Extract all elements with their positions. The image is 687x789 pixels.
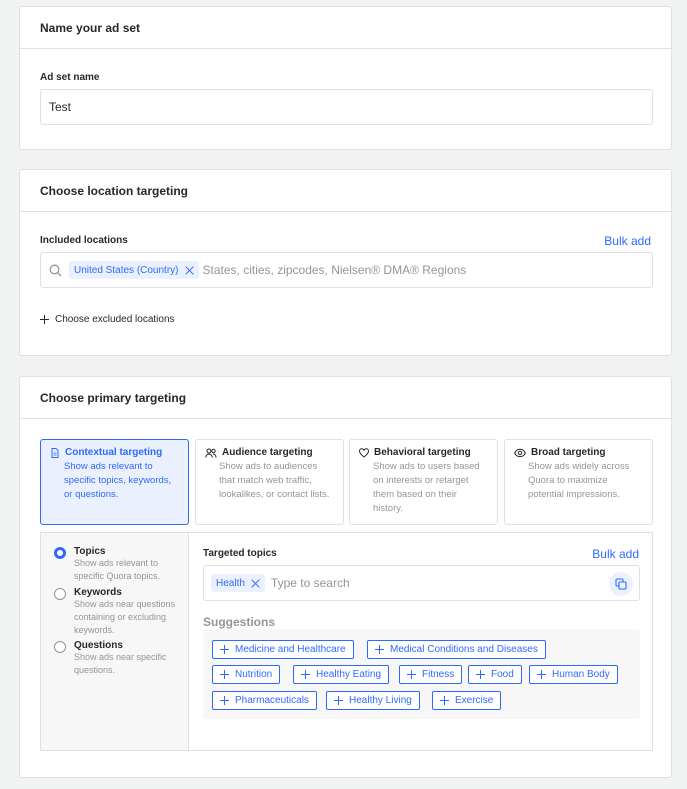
targeting-type-title: Audience targeting bbox=[205, 447, 334, 458]
topic-chip-label: Health bbox=[216, 577, 245, 589]
suggestion-label: Healthy Eating bbox=[316, 669, 382, 680]
targeting-type-behavioral[interactable]: Behavioral targeting Show ads to users b… bbox=[349, 439, 498, 525]
option-desc: Show ads near specific questions. bbox=[74, 652, 167, 675]
plus-icon bbox=[440, 696, 449, 705]
suggestion-chip[interactable]: Human Body bbox=[529, 665, 618, 684]
plus-icon bbox=[220, 670, 229, 679]
eye-icon bbox=[514, 448, 526, 457]
radio-keywords[interactable] bbox=[54, 588, 66, 600]
excluded-locations-label: Choose excluded locations bbox=[55, 314, 175, 325]
included-locations-label: Included locations bbox=[40, 235, 128, 246]
primary-targeting-card: Choose primary targeting Contextual targ… bbox=[19, 376, 672, 778]
adset-name-label: Ad set name bbox=[40, 72, 100, 83]
suggestion-chip[interactable]: Healthy Living bbox=[326, 691, 420, 710]
suggestion-label: Medicine and Healthcare bbox=[235, 644, 346, 655]
plus-icon bbox=[407, 670, 416, 679]
option-label: Topics bbox=[74, 546, 106, 557]
suggestions-box: Medicine and Healthcare Medical Conditio… bbox=[203, 629, 640, 719]
remove-chip-icon[interactable] bbox=[251, 579, 260, 588]
targeting-type-audience[interactable]: Audience targeting Show ads to audiences… bbox=[195, 439, 344, 525]
targeting-type-label: Behavioral targeting bbox=[374, 447, 471, 458]
suggestion-chip[interactable]: Nutrition bbox=[212, 665, 281, 684]
targeting-type-desc: Show ads widely across Quora to maximize… bbox=[528, 461, 630, 500]
suggestion-chip[interactable]: Exercise bbox=[432, 691, 502, 710]
option-questions[interactable]: Questions Show ads near specific questio… bbox=[54, 640, 184, 677]
radio-topics[interactable] bbox=[54, 547, 66, 559]
contextual-options-sidebar: Topics Show ads relevant to specific Quo… bbox=[41, 533, 189, 750]
plus-icon bbox=[537, 670, 546, 679]
topic-chip: Health bbox=[211, 574, 265, 592]
targeting-type-desc: Show ads relevant to specific topics, ke… bbox=[64, 461, 172, 500]
location-card: Choose location targeting Included locat… bbox=[19, 169, 672, 356]
option-keywords[interactable]: Keywords Show ads near questions contain… bbox=[54, 587, 184, 637]
location-placeholder: States, cities, zipcodes, Nielsen® DMA® … bbox=[202, 263, 467, 277]
adset-name-card: Name your ad set Ad set name Test bbox=[19, 6, 672, 150]
targeting-type-contextual[interactable]: Contextual targeting Show ads relevant t… bbox=[40, 439, 189, 525]
suggestion-label: Fitness bbox=[422, 669, 455, 680]
targeted-topics-label: Targeted topics bbox=[203, 548, 277, 559]
option-desc: Show ads near questions containing or ex… bbox=[74, 599, 176, 635]
adset-name-input[interactable]: Test bbox=[40, 89, 653, 125]
contextual-options-panel: Topics Show ads relevant to specific Quo… bbox=[40, 532, 653, 751]
copy-icon bbox=[615, 578, 627, 590]
location-chip: United States (Country) bbox=[69, 261, 199, 279]
location-search-input[interactable]: United States (Country) States, cities, … bbox=[40, 252, 653, 288]
targeting-type-title: Broad targeting bbox=[514, 447, 643, 458]
people-icon bbox=[205, 448, 217, 458]
plus-icon bbox=[334, 696, 343, 705]
plus-icon bbox=[220, 696, 229, 705]
plus-icon bbox=[375, 645, 384, 654]
suggestion-label: Healthy Living bbox=[349, 695, 412, 706]
plus-icon bbox=[301, 670, 310, 679]
suggestion-label: Medical Conditions and Diseases bbox=[390, 644, 538, 655]
topics-placeholder: Type to search bbox=[270, 576, 350, 590]
suggestion-chip[interactable]: Medical Conditions and Diseases bbox=[367, 640, 546, 659]
primary-targeting-header: Choose primary targeting bbox=[20, 377, 671, 419]
suggestion-label: Nutrition bbox=[235, 669, 273, 680]
suggestion-chip[interactable]: Fitness bbox=[399, 665, 463, 684]
plus-icon bbox=[220, 645, 229, 654]
suggestion-label: Pharmaceuticals bbox=[235, 695, 309, 706]
targeting-type-title: Behavioral targeting bbox=[359, 447, 488, 458]
suggestion-chip[interactable]: Medicine and Healthcare bbox=[212, 640, 354, 659]
suggestion-chip[interactable]: Healthy Eating bbox=[293, 665, 390, 684]
targeting-type-label: Broad targeting bbox=[531, 447, 606, 458]
suggestion-chip[interactable]: Food bbox=[468, 665, 522, 684]
remove-chip-icon[interactable] bbox=[185, 266, 194, 275]
suggestion-label: Human Body bbox=[552, 669, 610, 680]
suggestion-label: Exercise bbox=[455, 695, 494, 706]
topics-search-input[interactable]: Health Type to search bbox=[203, 565, 640, 601]
heart-icon bbox=[359, 447, 369, 458]
location-chip-label: United States (Country) bbox=[74, 264, 179, 276]
document-icon bbox=[51, 447, 59, 458]
plus-icon bbox=[40, 315, 49, 324]
option-desc: Show ads relevant to specific Quora topi… bbox=[74, 558, 161, 581]
search-icon bbox=[49, 264, 62, 276]
suggestion-label: Food bbox=[491, 669, 514, 680]
option-label: Questions bbox=[74, 640, 123, 651]
targeting-type-label: Contextual targeting bbox=[65, 447, 163, 458]
option-label: Keywords bbox=[74, 587, 122, 598]
location-bulk-add-link[interactable]: Bulk add bbox=[604, 234, 651, 248]
location-header: Choose location targeting bbox=[20, 170, 671, 212]
targeting-type-label: Audience targeting bbox=[222, 447, 313, 458]
plus-icon bbox=[476, 670, 485, 679]
targeting-type-title: Contextual targeting bbox=[50, 447, 179, 458]
targeting-type-broad[interactable]: Broad targeting Show ads widely across Q… bbox=[504, 439, 653, 525]
suggestion-chip[interactable]: Pharmaceuticals bbox=[212, 691, 317, 710]
targeting-type-desc: Show ads to users based on interests or … bbox=[373, 461, 480, 514]
suggestions-label: Suggestions bbox=[203, 615, 276, 629]
adset-name-header: Name your ad set bbox=[20, 7, 671, 49]
copy-button[interactable] bbox=[609, 572, 633, 596]
choose-excluded-locations-button[interactable]: Choose excluded locations bbox=[40, 314, 175, 325]
radio-questions[interactable] bbox=[54, 641, 66, 653]
targeting-type-desc: Show ads to audiences that match web tra… bbox=[219, 461, 330, 500]
adset-name-value: Test bbox=[49, 100, 72, 114]
option-topics[interactable]: Topics Show ads relevant to specific Quo… bbox=[54, 546, 174, 583]
topics-bulk-add-link[interactable]: Bulk add bbox=[592, 547, 639, 561]
